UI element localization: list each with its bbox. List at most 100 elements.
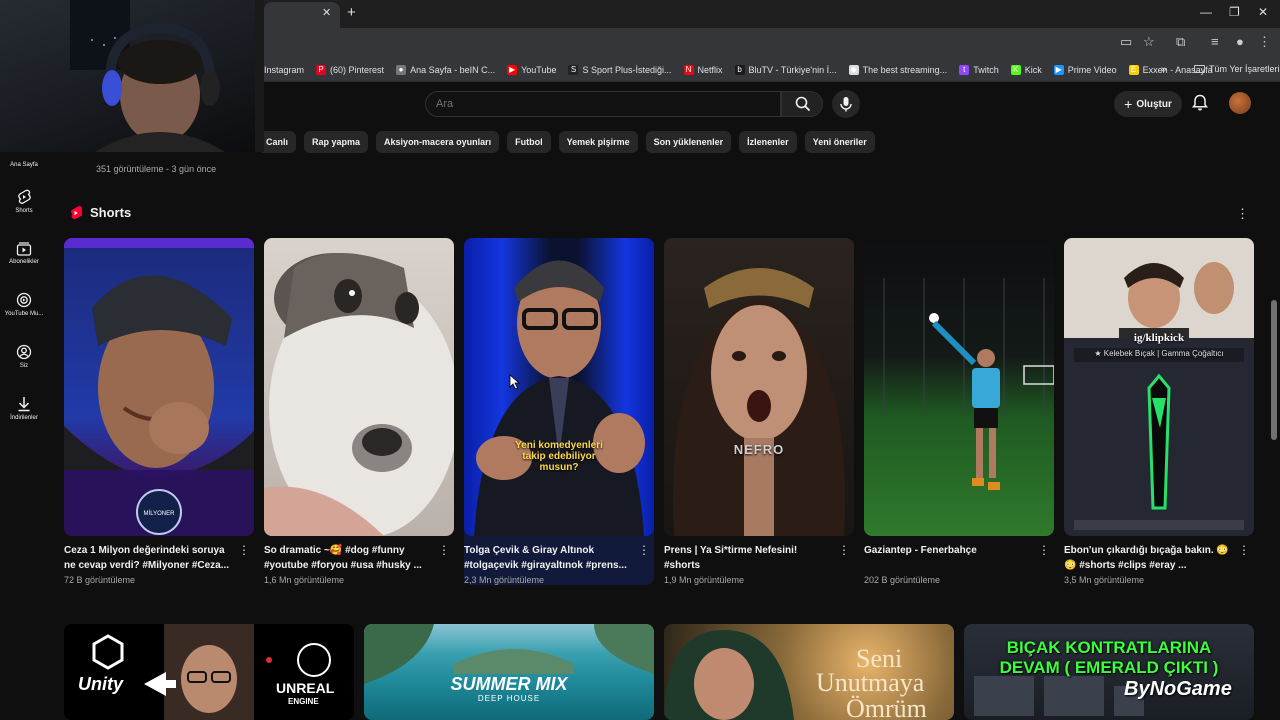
minimize-icon[interactable]: — (1200, 5, 1212, 19)
new-tab-icon[interactable]: + (347, 4, 356, 21)
short-menu-icon[interactable]: ⋮ (1038, 543, 1050, 557)
short-title[interactable]: Tolga Çevik & Giray Altınok #tolgaçevik … (464, 543, 634, 573)
sidebar-item-you[interactable]: Siz (0, 344, 48, 369)
filter-chip[interactable]: Aksiyon-macera oyunları (376, 131, 500, 153)
short-thumbnail[interactable]: MİLYONER (64, 238, 254, 536)
short-title[interactable]: So dramatic ~🥰 #dog #funny #youtube #for… (264, 543, 434, 573)
voice-search-button[interactable] (832, 90, 860, 118)
short-menu-icon[interactable]: ⋮ (838, 543, 850, 557)
video-thumbnail[interactable]: Unity UNREAL ENGINE (64, 624, 354, 720)
profile-icon[interactable]: ● (1236, 34, 1244, 49)
music-icon (16, 292, 32, 308)
bookmark-item[interactable]: b BluTV - Türkiye'nin İ... (734, 64, 837, 75)
short-thumbnail[interactable] (864, 238, 1054, 536)
tab-close-icon[interactable]: ✕ (322, 6, 331, 19)
video-thumbnail-text: ENGINE (288, 697, 319, 706)
page-scrollbar[interactable] (1271, 300, 1277, 440)
search-input[interactable] (425, 91, 781, 117)
video-thumbnail-text: Ömrüm (846, 694, 927, 720)
all-bookmarks-button[interactable]: Tüm Yer İşaretleri (1194, 64, 1280, 74)
bookmark-item[interactable]: P (60) Pinterest (316, 64, 384, 75)
sidebar-item-label: İndirilenler (10, 415, 38, 421)
bookmark-favicon-icon: ◆ (848, 64, 859, 75)
short-thumbnail[interactable]: NEFRO (664, 238, 854, 536)
short-menu-icon[interactable]: ⋮ (1238, 543, 1250, 557)
short-card[interactable]: NEFRO Prens | Ya Si*tirme Nefesini! #sho… (664, 238, 854, 585)
sidebar-item-home[interactable]: Ana Sayfa (0, 158, 48, 168)
short-views: 3,5 Mn görüntüleme (1064, 575, 1145, 585)
video-thumbnail[interactable]: BIÇAK KONTRATLARINA DEVAM ( EMERALD ÇIKT… (964, 624, 1254, 720)
bookmark-item[interactable]: SS Sport Plus-İstediği... (568, 64, 672, 75)
bookmark-label: Instagram (264, 64, 305, 75)
filter-chip[interactable]: İzlenenler (739, 131, 797, 153)
short-title[interactable]: Ceza 1 Milyon değerindeki soruya ne ceva… (64, 543, 234, 573)
filter-chip[interactable]: Yeni öneriler (804, 131, 875, 153)
bookmark-favicon-icon: ● (396, 64, 407, 75)
short-card[interactable]: MİLYONER Ceza 1 Milyon değerindeki soruy… (64, 238, 254, 585)
sidebar-item-shorts[interactable]: Shorts (0, 189, 48, 214)
video-thumbnail-text: SUMMER MIX (450, 674, 568, 694)
video-thumbnail[interactable]: Seni Unutmaya Ömrüm (664, 624, 954, 720)
bookmark-item[interactable]: N Netflix (683, 64, 723, 75)
video-thumbnail-text: UNREAL (276, 680, 335, 696)
subscriptions-icon (16, 242, 32, 256)
filter-chip[interactable]: Son yüklenenler (645, 131, 732, 153)
short-title[interactable]: Prens | Ya Si*tirme Nefesini! #shorts (664, 543, 834, 573)
short-thumbnail-art (883, 278, 1054, 490)
filter-chip[interactable]: Futbol (507, 131, 551, 153)
filter-chip[interactable]: Yemek pişirme (558, 131, 638, 153)
short-thumbnail[interactable]: Yeni komedyenleri takip edebiliyor musun… (464, 238, 654, 536)
short-card[interactable]: Gaziantep - Fenerbahçe 202 B görüntüleme… (864, 238, 1054, 585)
short-views: 1,9 Mn görüntüleme (664, 575, 745, 585)
short-thumbnail[interactable] (264, 238, 454, 536)
shorts-more-options-icon[interactable]: ⋮ (1236, 206, 1249, 222)
bookmarks-overflow-icon[interactable]: » (1161, 64, 1167, 75)
bookmark-favicon-icon: t (959, 64, 970, 75)
video-thumbnail[interactable]: SUMMER MIX DEEP HOUSE (364, 624, 654, 720)
restore-icon[interactable]: ❐ (1229, 5, 1240, 19)
browser-menu-icon[interactable]: ⋮ (1258, 34, 1271, 50)
video-thumbnail-text: DEEP HOUSE (477, 694, 541, 703)
bookmark-label: Kick (1024, 64, 1042, 75)
cast-icon[interactable]: ▭ (1120, 34, 1132, 50)
bookmark-label: Twitch (973, 64, 999, 75)
short-caption: NEFRO (733, 442, 785, 457)
short-thumbnail[interactable]: ig/klipkick ★ Kelebek Bıçak | Gamma Çoğa… (1064, 238, 1254, 536)
bookmark-star-icon[interactable]: ☆ (1143, 34, 1155, 50)
short-card[interactable]: So dramatic ~🥰 #dog #funny #youtube #for… (264, 238, 454, 585)
short-menu-icon[interactable]: ⋮ (438, 543, 450, 557)
bookmark-item[interactable]: K Kick (1010, 64, 1042, 75)
download-icon (18, 397, 30, 412)
search-button[interactable] (781, 91, 823, 117)
sidebar-item-downloads[interactable]: İndirilenler (0, 396, 48, 421)
short-menu-icon[interactable]: ⋮ (638, 543, 650, 557)
media-control-icon[interactable]: ≡ (1211, 34, 1219, 49)
previous-video-meta: 351 görüntüleme - 3 gün önce (96, 164, 217, 174)
bookmark-item[interactable]: ▶ YouTube (507, 64, 556, 75)
bookmark-item[interactable]: t Twitch (959, 64, 999, 75)
streamer-webcam-overlay (0, 0, 264, 152)
account-avatar[interactable] (1229, 92, 1251, 114)
home-icon (16, 158, 32, 159)
short-card[interactable]: Yeni komedyenleri takip edebiliyor musun… (464, 238, 654, 585)
bookmark-label: Netflix (697, 64, 723, 75)
sidebar-item-label: YouTube Mu... (4, 311, 44, 317)
short-title[interactable]: Gaziantep - Fenerbahçe (864, 543, 1034, 573)
short-menu-icon[interactable]: ⋮ (238, 543, 250, 557)
extensions-icon[interactable]: ⧉ (1176, 34, 1185, 50)
sidebar-item-youtube-music[interactable]: YouTube Mu... (0, 292, 48, 317)
create-button[interactable]: + Oluştur (1114, 91, 1182, 117)
bookmark-item[interactable]: Instagram (264, 65, 304, 75)
short-card[interactable]: ig/klipkick ★ Kelebek Bıçak | Gamma Çoğa… (1064, 238, 1254, 585)
bookmark-item[interactable]: ▶ Prime Video (1053, 64, 1117, 75)
plus-icon: + (1124, 96, 1133, 112)
filter-chip[interactable]: Rap yapma (304, 131, 369, 153)
notifications-bell-icon[interactable] (1192, 94, 1208, 112)
video-thumbnail-text: BIÇAK KONTRATLARINA (1006, 638, 1212, 657)
sidebar-item-subscriptions[interactable]: Abonelikler (0, 241, 48, 265)
close-window-icon[interactable]: ✕ (1258, 5, 1268, 19)
bookmark-item[interactable]: ● Ana Sayfa - beIN C... (396, 64, 495, 75)
short-caption: Yeni komedyenleri takip edebiliyor musun… (515, 440, 603, 473)
short-title[interactable]: Ebon'un çıkardığı bıçağa bakın. 😳😳 #shor… (1064, 543, 1234, 573)
bookmark-item[interactable]: ◆ The best streaming... (848, 64, 947, 75)
